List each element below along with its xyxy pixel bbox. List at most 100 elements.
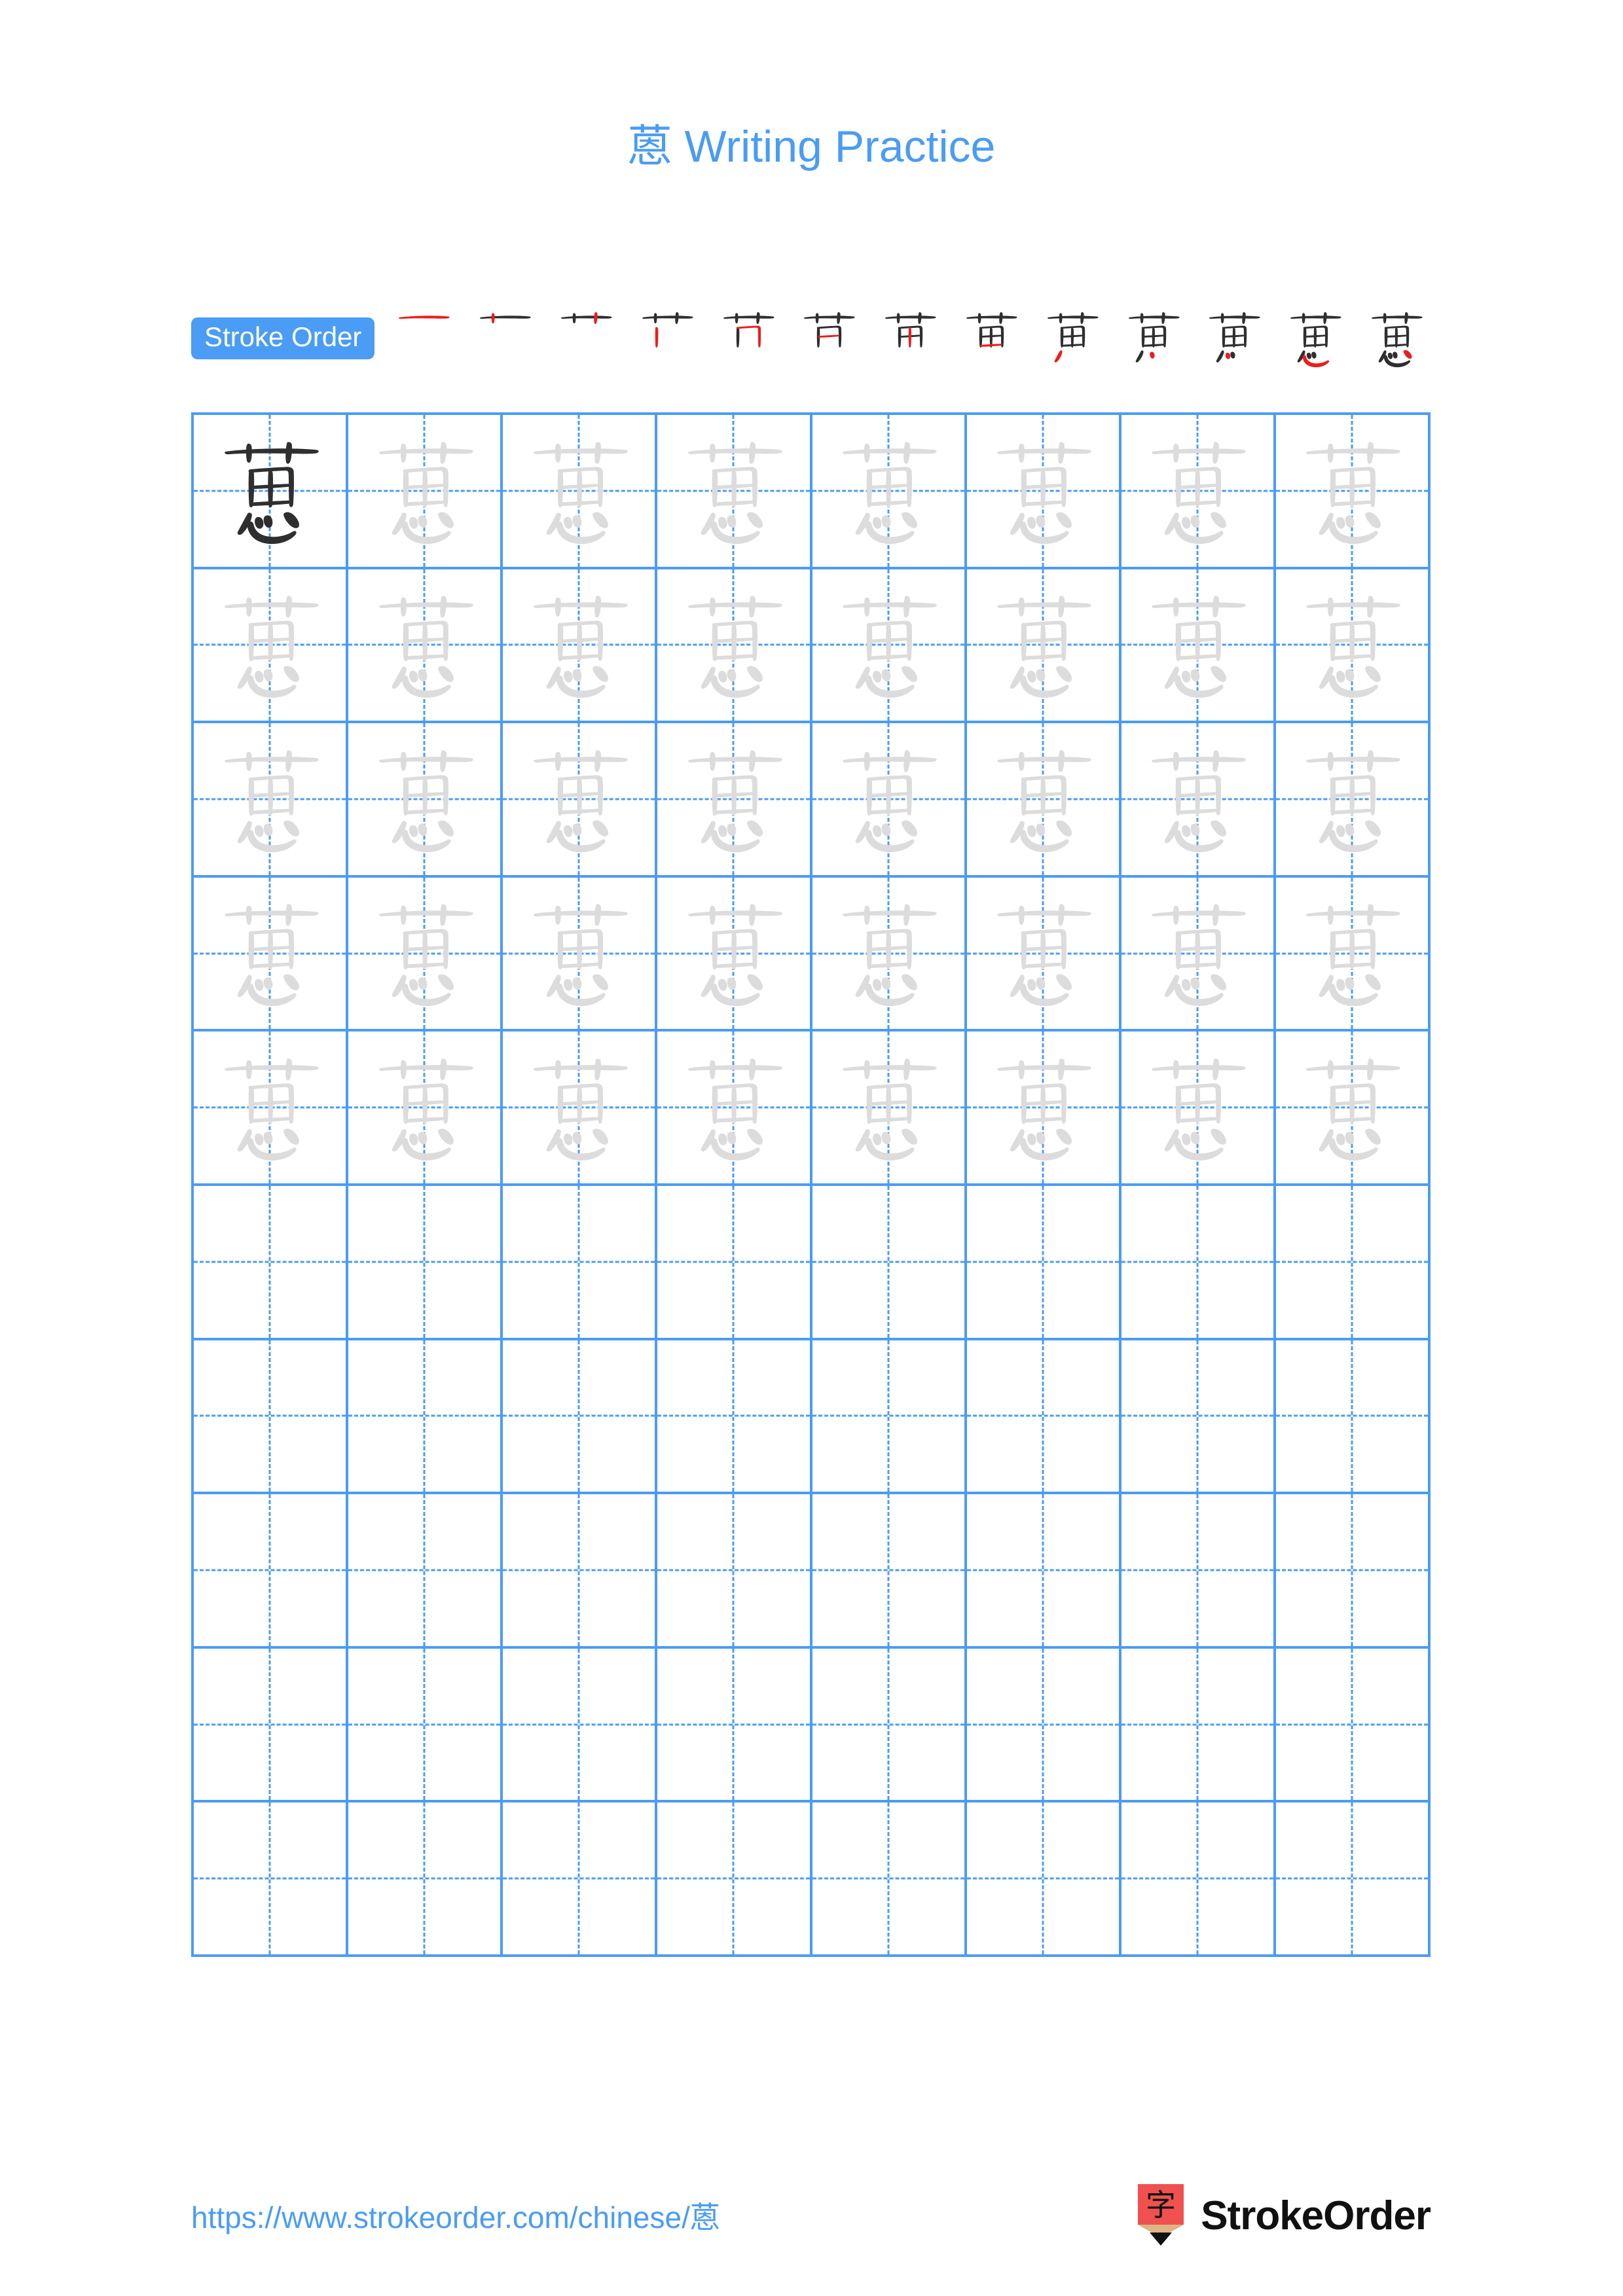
- grid-cell-r4-c8[interactable]: [1275, 877, 1431, 1032]
- stroke-step-1: [389, 304, 458, 373]
- grid-cell-r3-c2[interactable]: [348, 723, 503, 878]
- grid-cell-r7-c4[interactable]: [657, 1340, 812, 1495]
- guide-vertical: [1196, 1340, 1199, 1492]
- grid-cell-r10-c1[interactable]: [194, 1803, 349, 1957]
- grid-cell-r1-c7[interactable]: [1121, 415, 1276, 569]
- guide-horizontal: [966, 1723, 1119, 1726]
- stroke-step-6: [794, 304, 863, 373]
- grid-cell-r8-c5[interactable]: [812, 1494, 967, 1649]
- practice-character-trace: [503, 878, 655, 1030]
- grid-cell-r7-c1[interactable]: [194, 1340, 349, 1495]
- grid-cell-r6-c4[interactable]: [657, 1186, 812, 1340]
- grid-cell-r10-c7[interactable]: [1121, 1803, 1276, 1957]
- guide-horizontal: [194, 1877, 346, 1880]
- grid-cell-r3-c8[interactable]: [1275, 723, 1431, 878]
- grid-cell-r2-c2[interactable]: [348, 569, 503, 724]
- grid-cell-r8-c4[interactable]: [657, 1494, 812, 1649]
- grid-cell-r8-c3[interactable]: [503, 1494, 658, 1649]
- grid-cell-r6-c2[interactable]: [348, 1186, 503, 1340]
- grid-cell-r2-c7[interactable]: [1121, 569, 1276, 724]
- grid-cell-r3-c5[interactable]: [812, 723, 967, 878]
- grid-cell-r4-c6[interactable]: [966, 877, 1122, 1032]
- grid-cell-r3-c4[interactable]: [657, 723, 812, 878]
- grid-cell-r1-c3[interactable]: [503, 415, 658, 569]
- grid-cell-r2-c6[interactable]: [966, 569, 1122, 724]
- grid-cell-r9-c1[interactable]: [194, 1648, 349, 1803]
- grid-cell-r1-c1[interactable]: [194, 415, 349, 569]
- grid-cell-r9-c8[interactable]: [1275, 1648, 1431, 1803]
- grid-cell-r8-c7[interactable]: [1121, 1494, 1276, 1649]
- grid-cell-r9-c5[interactable]: [812, 1648, 967, 1803]
- guide-vertical: [268, 1186, 271, 1338]
- practice-character-trace: [348, 878, 500, 1030]
- grid-cell-r1-c6[interactable]: [966, 415, 1122, 569]
- grid-cell-r3-c3[interactable]: [503, 723, 658, 878]
- grid-cell-r5-c2[interactable]: [348, 1031, 503, 1186]
- grid-cell-r2-c8[interactable]: [1275, 569, 1431, 724]
- grid-cell-r9-c3[interactable]: [503, 1648, 658, 1803]
- practice-character-trace: [1122, 569, 1273, 721]
- grid-cell-r5-c7[interactable]: [1121, 1031, 1276, 1186]
- grid-cell-r4-c1[interactable]: [194, 877, 349, 1032]
- grid-cell-r6-c8[interactable]: [1275, 1186, 1431, 1340]
- grid-cell-r2-c5[interactable]: [812, 569, 967, 724]
- grid-cell-r9-c2[interactable]: [348, 1648, 503, 1803]
- grid-cell-r10-c2[interactable]: [348, 1803, 503, 1957]
- guide-horizontal: [657, 1723, 810, 1726]
- grid-cell-r8-c2[interactable]: [348, 1494, 503, 1649]
- source-url[interactable]: https://www.strokeorder.com/chinese/蒽: [191, 2194, 720, 2237]
- grid-cell-r7-c6[interactable]: [966, 1340, 1122, 1495]
- grid-cell-r5-c3[interactable]: [503, 1031, 658, 1186]
- guide-horizontal: [1121, 1723, 1273, 1726]
- grid-cell-r10-c3[interactable]: [503, 1803, 658, 1957]
- grid-cell-r7-c7[interactable]: [1121, 1340, 1276, 1495]
- grid-cell-r8-c1[interactable]: [194, 1494, 349, 1649]
- grid-cell-r6-c7[interactable]: [1121, 1186, 1276, 1340]
- grid-cell-r5-c8[interactable]: [1275, 1031, 1431, 1186]
- grid-cell-r4-c5[interactable]: [812, 877, 967, 1032]
- grid-cell-r1-c4[interactable]: [657, 415, 812, 569]
- grid-cell-r2-c4[interactable]: [657, 569, 812, 724]
- grid-cell-r9-c7[interactable]: [1121, 1648, 1276, 1803]
- grid-cell-r10-c4[interactable]: [657, 1803, 812, 1957]
- grid-cell-r2-c3[interactable]: [503, 569, 658, 724]
- grid-cell-r2-c1[interactable]: [194, 569, 349, 724]
- stroke-step-5: [714, 304, 782, 373]
- grid-cell-r5-c5[interactable]: [812, 1031, 967, 1186]
- grid-cell-r10-c6[interactable]: [966, 1803, 1122, 1957]
- grid-cell-r1-c8[interactable]: [1275, 415, 1431, 569]
- grid-cell-r4-c2[interactable]: [348, 877, 503, 1032]
- grid-cell-r3-c6[interactable]: [966, 723, 1122, 878]
- brand-logo[interactable]: 字 StrokeOrder: [1135, 2184, 1431, 2247]
- grid-cell-r9-c6[interactable]: [966, 1648, 1122, 1803]
- grid-cell-r4-c4[interactable]: [657, 877, 812, 1032]
- guide-vertical: [423, 1340, 426, 1492]
- grid-cell-r9-c4[interactable]: [657, 1648, 812, 1803]
- grid-cell-r3-c1[interactable]: [194, 723, 349, 878]
- grid-cell-r8-c8[interactable]: [1275, 1494, 1431, 1649]
- grid-cell-r6-c6[interactable]: [966, 1186, 1122, 1340]
- grid-cell-r4-c3[interactable]: [503, 877, 658, 1032]
- guide-vertical: [268, 1494, 271, 1646]
- grid-cell-r7-c8[interactable]: [1275, 1340, 1431, 1495]
- grid-cell-r6-c3[interactable]: [503, 1186, 658, 1340]
- guide-horizontal: [503, 1723, 655, 1726]
- grid-cell-r5-c4[interactable]: [657, 1031, 812, 1186]
- grid-cell-r1-c2[interactable]: [348, 415, 503, 569]
- grid-cell-r3-c7[interactable]: [1121, 723, 1276, 878]
- grid-cell-r10-c5[interactable]: [812, 1803, 967, 1957]
- grid-cell-r5-c1[interactable]: [194, 1031, 349, 1186]
- grid-cell-r7-c5[interactable]: [812, 1340, 967, 1495]
- grid-cell-r8-c6[interactable]: [966, 1494, 1122, 1649]
- practice-character-trace: [657, 723, 809, 875]
- grid-cell-r7-c2[interactable]: [348, 1340, 503, 1495]
- grid-cell-r10-c8[interactable]: [1275, 1803, 1431, 1957]
- grid-cell-r5-c6[interactable]: [966, 1031, 1122, 1186]
- grid-cell-r6-c1[interactable]: [194, 1186, 349, 1340]
- grid-cell-r7-c3[interactable]: [503, 1340, 658, 1495]
- guide-vertical: [732, 1340, 735, 1492]
- grid-cell-r4-c7[interactable]: [1121, 877, 1276, 1032]
- grid-cell-r1-c5[interactable]: [812, 415, 967, 569]
- practice-character-trace: [1276, 723, 1428, 875]
- grid-cell-r6-c5[interactable]: [812, 1186, 967, 1340]
